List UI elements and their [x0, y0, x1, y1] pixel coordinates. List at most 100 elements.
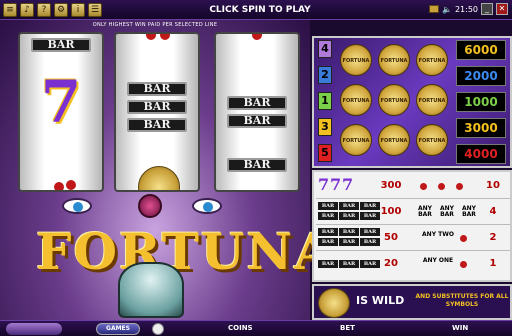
- status-message: CLICK SPIN TO PLAY: [209, 4, 311, 15]
- line-number-2[interactable]: 2: [318, 66, 332, 84]
- wild-label: IS WILD: [356, 294, 405, 307]
- bar-symbol: BAR: [318, 228, 338, 236]
- bar-symbol: BAR: [127, 82, 187, 96]
- seven-symbol: 7: [40, 68, 82, 136]
- bar-symbol: BAR: [127, 118, 187, 132]
- bar-symbol: BAR: [318, 202, 338, 210]
- cherry-icon: [456, 183, 463, 190]
- bar-symbol: BAR: [318, 212, 338, 220]
- cherry-symbol: [66, 180, 76, 190]
- help-icon[interactable]: ?: [37, 2, 51, 17]
- any-bar-label: ANY BAR: [417, 205, 432, 218]
- cherry-icon: [460, 235, 467, 242]
- pay-value: 4: [489, 206, 497, 217]
- bar-symbol: BAR: [31, 38, 91, 52]
- bottom-bar: GAMES COINS BET WIN: [0, 320, 512, 336]
- cherry-symbol: [54, 182, 64, 190]
- urn-icon: [118, 262, 184, 318]
- fortuna-coin-symbol: [138, 166, 180, 190]
- payout-line-2: 2000: [456, 66, 506, 86]
- bar-symbol: BAR: [227, 158, 287, 172]
- pay-value: 10: [486, 180, 500, 191]
- paytable-row: BAR BAR BAR BAR BAR BAR 100 ANY BAR ANY …: [316, 200, 510, 225]
- bar-symbol: BAR: [227, 114, 287, 128]
- bar-symbol: BAR: [360, 212, 380, 220]
- line-number-1[interactable]: 1: [318, 92, 332, 110]
- any-one-label: ANY ONE: [422, 257, 454, 264]
- bar-symbol: BAR: [360, 238, 380, 246]
- cherry-icon: [420, 183, 427, 190]
- bar-symbol: BAR: [339, 260, 359, 268]
- gem-icon: [138, 194, 162, 218]
- fortuna-coin: FORTUNA: [340, 44, 372, 76]
- fortuna-coin: FORTUNA: [416, 124, 448, 156]
- payline-panel: 4 2 1 3 5 FORTUNA FORTUNA FORTUNA FORTUN…: [312, 36, 512, 168]
- pay-value: 50: [384, 232, 398, 243]
- pay-value: 2: [489, 232, 497, 243]
- payout-line-4: 6000: [456, 40, 506, 60]
- fortuna-coin: FORTUNA: [378, 84, 410, 116]
- payout-line-5: 4000: [456, 144, 506, 164]
- line-number-4[interactable]: 4: [318, 40, 332, 58]
- cherry-icon: [460, 261, 467, 268]
- bar-symbol: BAR: [339, 212, 359, 220]
- casino-logo: [6, 323, 62, 335]
- pay-value: 100: [380, 206, 402, 217]
- cherry-icon: [438, 183, 445, 190]
- any-bar-label: ANY BAR: [461, 205, 476, 218]
- bar-symbol: BAR: [360, 202, 380, 210]
- sound-icon[interactable]: ♪: [20, 2, 34, 17]
- bar-symbol: BAR: [127, 100, 187, 114]
- cherry-symbol: [252, 34, 262, 40]
- eye-icon: [192, 198, 222, 214]
- list-icon[interactable]: ☰: [88, 2, 102, 17]
- win-label: WIN: [452, 324, 469, 332]
- coins-label: COINS: [228, 324, 253, 332]
- fortuna-coin: FORTUNA: [340, 84, 372, 116]
- bar-symbol: BAR: [339, 202, 359, 210]
- games-button[interactable]: GAMES: [96, 323, 140, 335]
- payout-line-3: 3000: [456, 118, 506, 138]
- paytable-row: 7 7 7 300 10: [316, 174, 510, 199]
- coin-button[interactable]: [152, 323, 164, 335]
- wallet-icon: [428, 5, 439, 13]
- clock: 21:50: [454, 4, 478, 14]
- seven-symbol: 7: [318, 175, 330, 194]
- minimize-button[interactable]: _: [481, 3, 493, 15]
- line-number-3[interactable]: 3: [318, 118, 332, 136]
- pay-value: 1: [489, 258, 497, 269]
- fortuna-coin: FORTUNA: [378, 124, 410, 156]
- any-two-label: ANY TWO: [422, 231, 454, 238]
- speaker-icon[interactable]: 🔈: [442, 5, 452, 14]
- bar-symbol: BAR: [339, 238, 359, 246]
- bar-symbol: BAR: [318, 238, 338, 246]
- cherry-symbol: [160, 34, 170, 40]
- bar-symbol: BAR: [318, 260, 338, 268]
- seven-symbol: 7: [342, 175, 354, 194]
- info-icon[interactable]: i: [71, 2, 85, 17]
- wild-info: IS WILD AND SUBSTITUTES FOR ALL SYMBOLS: [312, 284, 512, 320]
- close-button[interactable]: ✕: [496, 3, 508, 15]
- seven-symbol: 7: [330, 175, 342, 194]
- reel-2: BAR BAR BAR: [114, 32, 200, 192]
- fortuna-coin: FORTUNA: [340, 124, 372, 156]
- line-number-5[interactable]: 5: [318, 144, 332, 162]
- bar-symbol: BAR: [227, 96, 287, 110]
- fortuna-coin: FORTUNA: [416, 84, 448, 116]
- eye-icon: [62, 198, 92, 214]
- pay-value: 300: [380, 180, 402, 191]
- bar-symbol: BAR: [360, 260, 380, 268]
- fortuna-coin: FORTUNA: [378, 44, 410, 76]
- paytable-row: BAR BAR BAR 20 ANY ONE 1: [316, 252, 510, 277]
- fortuna-wild-coin-icon: [318, 288, 350, 318]
- wild-description: AND SUBSTITUTES FOR ALL SYMBOLS: [415, 293, 509, 308]
- pay-value: 20: [384, 258, 398, 269]
- any-bar-label: ANY BAR: [439, 205, 454, 218]
- settings-icon[interactable]: ⚙: [54, 2, 68, 17]
- payline-notice: ONLY HIGHEST WIN PAID PER SELECTED LINE: [92, 22, 218, 28]
- top-toolbar: ≡ ♪ ? ⚙ i ☰ CLICK SPIN TO PLAY 🔈 21:50 _…: [0, 0, 512, 20]
- menu-icon[interactable]: ≡: [3, 2, 17, 17]
- bar-symbol: BAR: [360, 228, 380, 236]
- reel-1: BAR 7: [18, 32, 104, 192]
- fortuna-coin: FORTUNA: [416, 44, 448, 76]
